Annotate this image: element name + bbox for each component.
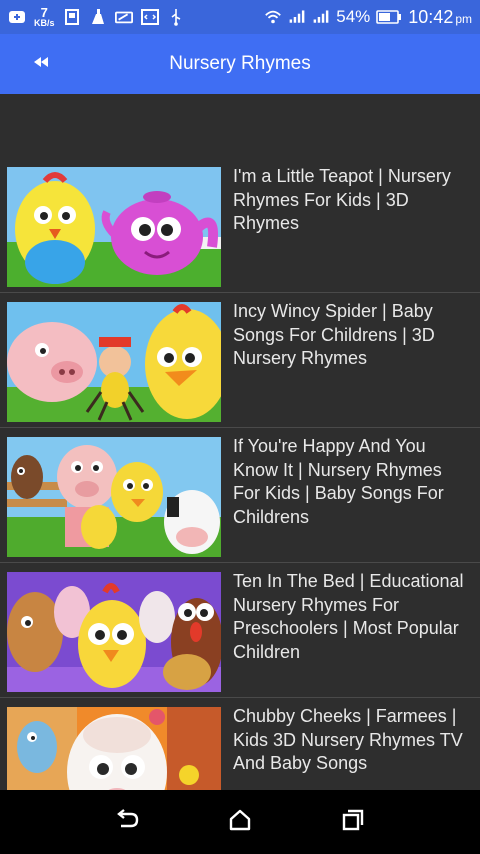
- speed-unit: KB/s: [34, 17, 55, 28]
- navigation-bar: [0, 790, 480, 854]
- video-list-item[interactable]: I'm a Little Teapot | Nursery Rhymes For…: [0, 159, 480, 293]
- back-icon: [115, 808, 139, 837]
- home-icon: [228, 808, 252, 837]
- battery-percent: 54%: [336, 7, 371, 26]
- video-list-item[interactable]: Incy Wincy Spider | Baby Songs For Child…: [0, 294, 480, 428]
- battery-icon: [376, 8, 402, 26]
- speed-value: 7: [40, 4, 48, 20]
- recents-icon: [341, 808, 365, 837]
- video-list-item[interactable]: Ten In The Bed | Educational Nursery Rhy…: [0, 564, 480, 698]
- card-icon: [114, 8, 133, 26]
- video-thumbnail[interactable]: [7, 572, 221, 692]
- signal-icon: [312, 8, 330, 26]
- time-suffix: pm: [455, 11, 472, 26]
- time: 10:42: [408, 6, 454, 27]
- rewind-back-icon: [33, 55, 49, 73]
- status-bar: 7 KB/s 54% 10:42 pm: [0, 0, 480, 34]
- video-title[interactable]: I'm a Little Teapot | Nursery Rhymes For…: [233, 165, 473, 236]
- video-thumbnail[interactable]: [7, 707, 221, 790]
- plus-icon: [8, 8, 26, 26]
- video-title[interactable]: Incy Wincy Spider | Baby Songs For Child…: [233, 300, 473, 371]
- network-speed: 7 KB/s: [34, 4, 55, 28]
- video-thumbnail[interactable]: [7, 302, 221, 422]
- video-title[interactable]: Ten In The Bed | Educational Nursery Rhy…: [233, 570, 473, 664]
- wifi-icon: [264, 8, 282, 26]
- video-title[interactable]: Chubby Cheeks | Farmees | Kids 3D Nurser…: [233, 705, 473, 776]
- sim-card-icon: [63, 8, 81, 26]
- video-title[interactable]: If You're Happy And You Know It | Nurser…: [233, 435, 473, 529]
- signal-icon: [288, 8, 306, 26]
- app-bar: Nursery Rhymes: [0, 34, 480, 94]
- usb-icon: [167, 8, 185, 26]
- nav-back-button[interactable]: [103, 798, 151, 846]
- video-thumbnail[interactable]: [7, 167, 221, 287]
- page-title: Nursery Rhymes: [169, 53, 311, 74]
- nav-home-button[interactable]: [216, 798, 264, 846]
- code-icon: [140, 8, 159, 26]
- nav-recents-button[interactable]: [329, 798, 377, 846]
- video-thumbnail[interactable]: [7, 437, 221, 557]
- back-button[interactable]: [26, 52, 56, 76]
- clock: 10:42 pm: [408, 7, 472, 28]
- video-list[interactable]: I'm a Little Teapot | Nursery Rhymes For…: [0, 94, 480, 790]
- video-list-item[interactable]: If You're Happy And You Know It | Nurser…: [0, 429, 480, 563]
- video-list-item[interactable]: Chubby Cheeks | Farmees | Kids 3D Nurser…: [0, 699, 480, 790]
- cleaner-icon: [89, 8, 107, 26]
